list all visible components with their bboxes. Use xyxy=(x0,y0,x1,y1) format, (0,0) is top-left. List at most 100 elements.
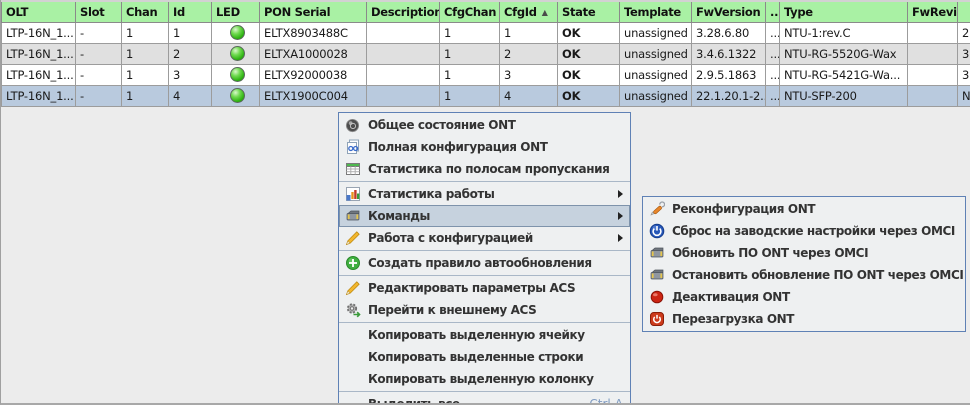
menu-item-update-firmware-omci[interactable]: Обновить ПО ONT через OMCI xyxy=(643,242,965,264)
menu-item-factory-reset-omci[interactable]: Сброс на заводские настройки через OMCI xyxy=(643,220,965,242)
menu-item-ont-full-config[interactable]: Полная конфигурация ONT xyxy=(339,136,630,158)
cell-cut[interactable]: N xyxy=(957,84,970,107)
cell-cut[interactable]: 2 xyxy=(957,21,970,44)
cell-fwversion[interactable]: 2.9.5.1863 xyxy=(691,63,766,86)
cell-led[interactable] xyxy=(211,21,260,44)
cell-cut[interactable]: 3 xyxy=(957,42,970,65)
cell-olt[interactable]: LTP-16N_1... xyxy=(1,84,76,107)
cell-id[interactable]: 4 xyxy=(168,84,212,107)
cell-template[interactable]: unassigned xyxy=(619,63,692,86)
cell-slot[interactable]: - xyxy=(75,84,122,107)
cell-template[interactable]: unassigned xyxy=(619,84,692,107)
cell-olt[interactable]: LTP-16N_1... xyxy=(1,42,76,65)
cell-cfgid[interactable]: 1 xyxy=(499,21,558,44)
column-header-state[interactable]: State xyxy=(557,0,620,23)
column-header-fwrevision[interactable]: FwRevi... xyxy=(907,0,958,23)
menu-item-copy-selected-rows[interactable]: Копировать выделенные строки xyxy=(339,346,630,368)
cell-state[interactable]: OK xyxy=(557,84,620,107)
column-header-cut[interactable] xyxy=(957,0,970,23)
cell-fwrevision[interactable] xyxy=(907,84,958,107)
cell-chan[interactable]: 1 xyxy=(121,21,169,44)
cell-type[interactable]: NTU-1:rev.C xyxy=(779,21,908,44)
column-header-chan[interactable]: Chan xyxy=(121,0,169,23)
menu-item-create-autoupdate-rule[interactable]: Создать правило автообновления xyxy=(339,252,630,274)
menu-item-ont-reconfiguration[interactable]: Реконфигурация ONT xyxy=(643,198,965,220)
cell-state[interactable]: OK xyxy=(557,42,620,65)
cell-type[interactable]: NTU-SFP-200 xyxy=(779,84,908,107)
cell-fwrevision[interactable] xyxy=(907,21,958,44)
column-header-description[interactable]: Description xyxy=(366,0,440,23)
table-row[interactable]: LTP-16N_1... -1 3 ELTX92000038 1 3 OK unassigne… xyxy=(1,63,970,86)
cell-description[interactable] xyxy=(366,84,440,107)
cell-pon-serial[interactable]: ELTXA1000028 xyxy=(259,42,367,65)
menu-item-select-all[interactable]: Выделить все Ctrl-A xyxy=(339,393,630,403)
column-header-cfgchan[interactable]: CfgChan xyxy=(439,0,500,23)
cell-olt[interactable]: LTP-16N_1... xyxy=(1,21,76,44)
cell-slot[interactable]: - xyxy=(75,63,122,86)
table-row[interactable]: LTP-16N_1... -1 2 ELTXA1000028 1 2 OK unassigne… xyxy=(1,42,970,65)
cell-cfgchan[interactable]: 1 xyxy=(439,21,500,44)
cell-led[interactable] xyxy=(211,63,260,86)
menu-item-ont-general-state[interactable]: Общее состояние ONT xyxy=(339,114,630,136)
cell-template[interactable]: unassigned xyxy=(619,42,692,65)
cell-cfgchan[interactable]: 1 xyxy=(439,42,500,65)
cell-id[interactable]: 2 xyxy=(168,42,212,65)
cell-slot[interactable]: - xyxy=(75,42,122,65)
column-header-pon-serial[interactable]: PON Serial xyxy=(259,0,367,23)
cell-state[interactable]: OK xyxy=(557,21,620,44)
column-header-fwversion[interactable]: FwVersion xyxy=(691,0,766,23)
cell-description[interactable] xyxy=(366,63,440,86)
cell-state[interactable]: OK xyxy=(557,63,620,86)
cell-id[interactable]: 1 xyxy=(168,21,212,44)
column-header-template[interactable]: Template xyxy=(619,0,692,23)
cell-cfgid[interactable]: 2 xyxy=(499,42,558,65)
cell-description[interactable] xyxy=(366,42,440,65)
menu-item-bandwidth-statistics[interactable]: Статистика по полосам пропускания xyxy=(339,158,630,180)
column-header-type[interactable]: Type xyxy=(779,0,908,23)
menu-item-goto-external-acs[interactable]: Перейти к внешнему ACS xyxy=(339,299,630,321)
cell-type[interactable]: NTU-RG-5421G-Wa... xyxy=(779,63,908,86)
table-row[interactable]: LTP-16N_1... -1 4 ELTX1900C004 1 4 OK unassigne… xyxy=(1,84,970,107)
cell-fwversion[interactable]: 22.1.20.1-2... xyxy=(691,84,766,107)
cell-olt[interactable]: LTP-16N_1... xyxy=(1,63,76,86)
cell-cfgchan[interactable]: 1 xyxy=(439,84,500,107)
cell-cfgid[interactable]: 4 xyxy=(499,84,558,107)
column-header-slot[interactable]: Slot xyxy=(75,0,122,23)
column-header-more[interactable]: ... xyxy=(765,0,780,23)
table-row[interactable]: LTP-16N_1... -1 1 ELTX8903488C 1 1 OK unassigne… xyxy=(1,21,970,44)
cell-more[interactable]: ... xyxy=(765,63,780,86)
menu-item-work-statistics[interactable]: Статистика работы xyxy=(339,183,630,205)
menu-item-copy-selected-column[interactable]: Копировать выделенную колонку xyxy=(339,368,630,390)
cell-description[interactable] xyxy=(366,21,440,44)
cell-more[interactable]: ... xyxy=(765,21,780,44)
column-header-led[interactable]: LED xyxy=(211,0,260,23)
cell-fwversion[interactable]: 3.4.6.1322 xyxy=(691,42,766,65)
cell-more[interactable]: ... xyxy=(765,42,780,65)
menu-item-stop-firmware-update-omci[interactable]: Остановить обновление ПО ONT через OMCI xyxy=(643,264,965,286)
cell-id[interactable]: 3 xyxy=(168,63,212,86)
cell-led[interactable] xyxy=(211,84,260,107)
menu-item-ont-reboot[interactable]: Перезагрузка ONT xyxy=(643,308,965,330)
menu-item-config-operations[interactable]: Работа с конфигурацией xyxy=(339,227,630,249)
cell-fwrevision[interactable] xyxy=(907,63,958,86)
cell-chan[interactable]: 1 xyxy=(121,42,169,65)
cell-cfgchan[interactable]: 1 xyxy=(439,63,500,86)
menu-item-edit-acs-params[interactable]: Редактировать параметры ACS xyxy=(339,277,630,299)
cell-cut[interactable]: 3 xyxy=(957,63,970,86)
cell-led[interactable] xyxy=(211,42,260,65)
cell-chan[interactable]: 1 xyxy=(121,63,169,86)
column-header-id[interactable]: Id xyxy=(168,0,212,23)
menu-item-ont-deactivation[interactable]: Деактивация ONT xyxy=(643,286,965,308)
cell-pon-serial[interactable]: ELTX8903488C xyxy=(259,21,367,44)
cell-slot[interactable]: - xyxy=(75,21,122,44)
cell-template[interactable]: unassigned xyxy=(619,21,692,44)
cell-chan[interactable]: 1 xyxy=(121,84,169,107)
menu-item-copy-selected-cell[interactable]: Копировать выделенную ячейку xyxy=(339,324,630,346)
column-header-olt[interactable]: OLT xyxy=(1,0,76,23)
cell-cfgid[interactable]: 3 xyxy=(499,63,558,86)
cell-more[interactable]: ... xyxy=(765,84,780,107)
cell-pon-serial[interactable]: ELTX1900C004 xyxy=(259,84,367,107)
column-header-cfgid[interactable]: CfgId ▲ xyxy=(499,0,558,23)
menu-item-commands[interactable]: Команды xyxy=(339,205,630,227)
cell-fwversion[interactable]: 3.28.6.80 xyxy=(691,21,766,44)
